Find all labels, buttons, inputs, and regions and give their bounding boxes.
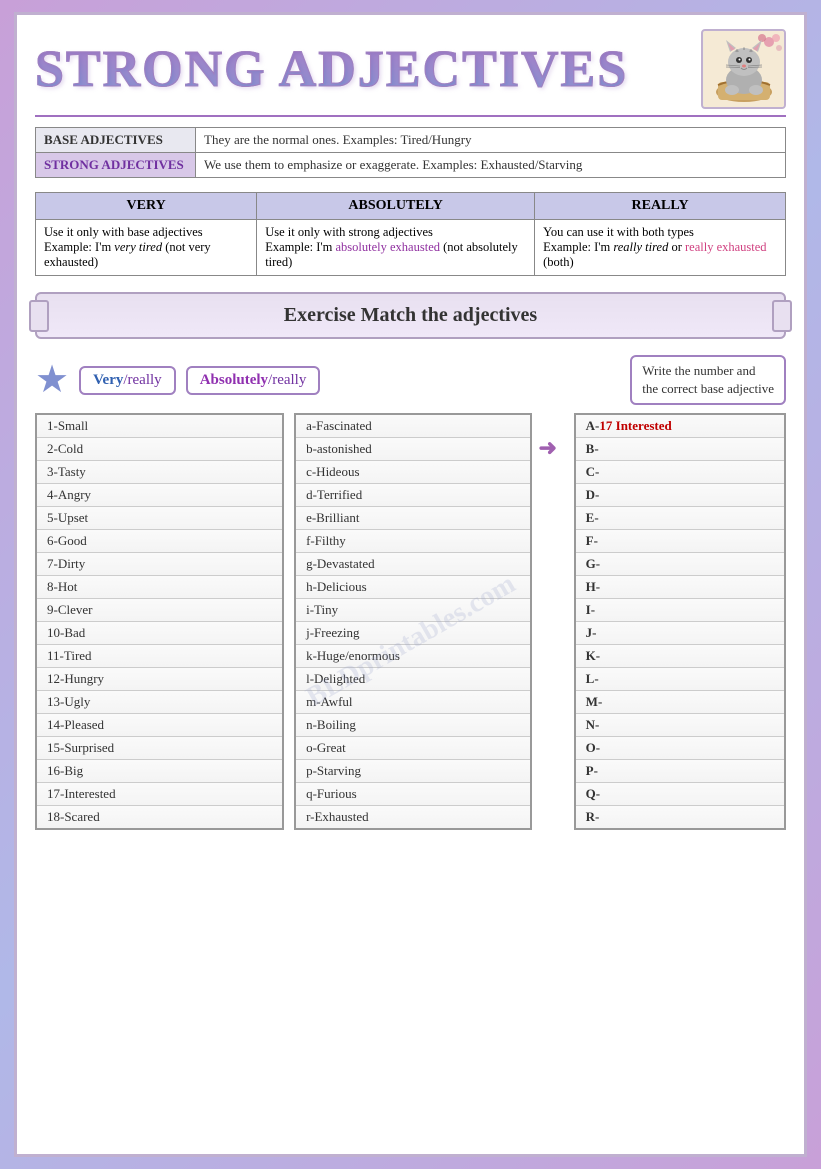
- adverb-cell-absolutely: Use it only with strong adjectives Examp…: [257, 220, 535, 276]
- answer-box: A-17 InterestedB-C-D-E-F-G-H-I-J-K-L-M-N…: [574, 413, 786, 830]
- strong-list-item: m-Awful: [296, 691, 530, 714]
- answer-item: E-: [576, 507, 784, 530]
- answer-item: K-: [576, 645, 784, 668]
- tag-very-really: Very/really: [79, 366, 176, 395]
- base-list-item: 1-Small: [37, 415, 282, 438]
- answer-item: N-: [576, 714, 784, 737]
- base-list-item: 4-Angry: [37, 484, 282, 507]
- base-list-item: 18-Scared: [37, 806, 282, 828]
- base-list-item: 14-Pleased: [37, 714, 282, 737]
- cat-image: [701, 29, 786, 109]
- match-arrow: ➜: [538, 431, 556, 464]
- base-list-item: 6-Good: [37, 530, 282, 553]
- def-text-strong: We use them to emphasize or exaggerate. …: [196, 153, 786, 178]
- strong-list-item: e-Brilliant: [296, 507, 530, 530]
- tag-abs-slash-really: /really: [268, 372, 306, 388]
- def-text-base: They are the normal ones. Examples: Tire…: [196, 128, 786, 153]
- answer-item: M-: [576, 691, 784, 714]
- purple-divider: [35, 115, 786, 117]
- base-list-item: 13-Ugly: [37, 691, 282, 714]
- write-instruction-line1: Write the number and: [642, 363, 755, 378]
- adverbs-table: VERY ABSOLUTELY REALLY Use it only with …: [35, 192, 786, 276]
- base-list-item: 15-Surprised: [37, 737, 282, 760]
- tag-absolutely-text: Absolutely: [200, 372, 268, 388]
- strong-list-item: r-Exhausted: [296, 806, 530, 828]
- tag-absolutely-really: Absolutely/really: [186, 366, 321, 395]
- strong-list-item: g-Devastated: [296, 553, 530, 576]
- page: STRONG ADJECTIVES: [14, 12, 807, 1157]
- adverb-header-really: REALLY: [535, 193, 786, 220]
- strong-list-item: j-Freezing: [296, 622, 530, 645]
- base-list-item: 9-Clever: [37, 599, 282, 622]
- write-instruction-line2: the correct base adjective: [642, 381, 774, 396]
- answer-item: O-: [576, 737, 784, 760]
- adverb-header-absolutely: ABSOLUTELY: [257, 193, 535, 220]
- answer-item: G-: [576, 553, 784, 576]
- tag-very-text: Very: [93, 372, 123, 388]
- star-icon: ★: [35, 361, 69, 399]
- answer-item: J-: [576, 622, 784, 645]
- strong-list-item: a-Fascinated: [296, 415, 530, 438]
- strong-list-item: q-Furious: [296, 783, 530, 806]
- base-list-item: 7-Dirty: [37, 553, 282, 576]
- base-list-item: 16-Big: [37, 760, 282, 783]
- answer-item: R-: [576, 806, 784, 828]
- strong-list-box: a-Fascinatedb-astonishedc-Hideousd-Terri…: [294, 413, 532, 830]
- strong-list-item: f-Filthy: [296, 530, 530, 553]
- strong-list-item: p-Starving: [296, 760, 530, 783]
- tag-slash-really: /really: [123, 372, 161, 388]
- exercise-label: Exercise Match the adjectives: [284, 304, 537, 326]
- strong-list-item: i-Tiny: [296, 599, 530, 622]
- answer-item: F-: [576, 530, 784, 553]
- base-list-item: 12-Hungry: [37, 668, 282, 691]
- base-list-box: 1-Small2-Cold3-Tasty4-Angry5-Upset6-Good…: [35, 413, 284, 830]
- strong-list-item: n-Boiling: [296, 714, 530, 737]
- answer-item: A-17 Interested: [576, 415, 784, 438]
- adverb-header-very: VERY: [36, 193, 257, 220]
- definitions-table: BASE ADJECTIVESThey are the normal ones.…: [35, 127, 786, 178]
- write-instruction-tag: Write the number and the correct base ad…: [630, 355, 786, 405]
- main-title: STRONG ADJECTIVES: [35, 40, 628, 99]
- base-list-item: 11-Tired: [37, 645, 282, 668]
- answer-item: B-: [576, 438, 784, 461]
- strong-list-item: l-Delighted: [296, 668, 530, 691]
- strong-list-item: b-astonished: [296, 438, 530, 461]
- answer-item: H-: [576, 576, 784, 599]
- exercise-columns: 1-Small2-Cold3-Tasty4-Angry5-Upset6-Good…: [35, 413, 786, 830]
- answer-item: D-: [576, 484, 784, 507]
- title-section: STRONG ADJECTIVES: [35, 29, 786, 109]
- strong-list-item: k-Huge/enormous: [296, 645, 530, 668]
- adverb-cell-really: You can use it with both types Example: …: [535, 220, 786, 276]
- base-list-item: 10-Bad: [37, 622, 282, 645]
- base-list-item: 8-Hot: [37, 576, 282, 599]
- answer-item: L-: [576, 668, 784, 691]
- base-list-item: 2-Cold: [37, 438, 282, 461]
- strong-list-item: c-Hideous: [296, 461, 530, 484]
- answer-item: C-: [576, 461, 784, 484]
- adverb-cell-very: Use it only with base adjectives Example…: [36, 220, 257, 276]
- def-label-base: BASE ADJECTIVES: [36, 128, 196, 153]
- answer-item: P-: [576, 760, 784, 783]
- base-list-item: 17-Interested: [37, 783, 282, 806]
- strong-list-item: o-Great: [296, 737, 530, 760]
- exercise-banner: Exercise Match the adjectives: [35, 292, 786, 339]
- strong-list-item: h-Delicious: [296, 576, 530, 599]
- answer-item: I-: [576, 599, 784, 622]
- base-list-item: 3-Tasty: [37, 461, 282, 484]
- labels-row: ★ Very/really Absolutely/really Write th…: [35, 355, 786, 405]
- answer-item: Q-: [576, 783, 784, 806]
- def-label-strong: STRONG ADJECTIVES: [36, 153, 196, 178]
- base-list-item: 5-Upset: [37, 507, 282, 530]
- strong-list-item: d-Terrified: [296, 484, 530, 507]
